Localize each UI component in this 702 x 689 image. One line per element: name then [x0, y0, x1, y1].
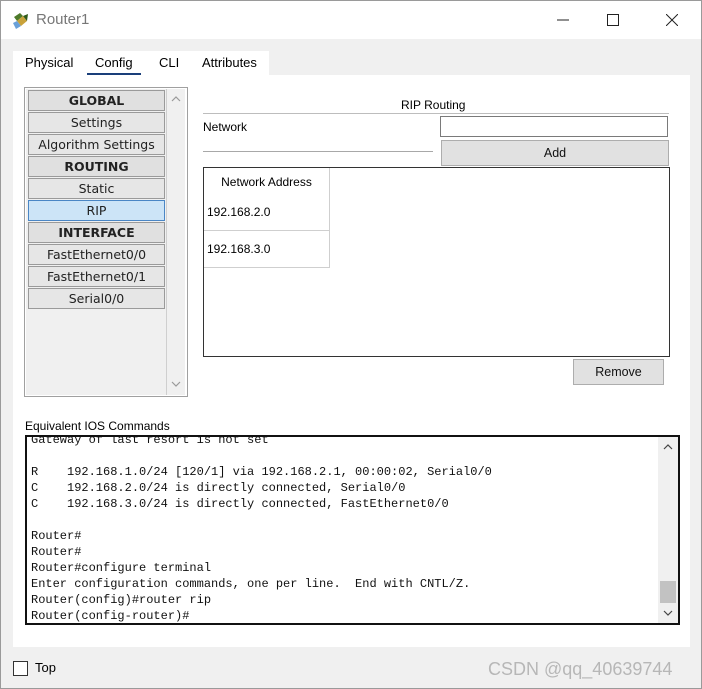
console-line: Router#configure terminal: [31, 561, 212, 575]
nav-item-fastethernet0-0[interactable]: FastEthernet0/0: [28, 244, 165, 265]
console-scroll-thumb[interactable]: [660, 581, 676, 603]
router-window: Router1 Physical Config CLI Attributes G…: [0, 0, 702, 689]
tab-cli[interactable]: CLI: [151, 51, 187, 75]
ios-commands-label: Equivalent IOS Commands: [25, 419, 170, 433]
network-input[interactable]: [440, 116, 668, 137]
console-line: Router#: [31, 529, 82, 543]
remove-network-button[interactable]: Remove: [573, 359, 664, 385]
console-line: Router#: [31, 545, 82, 559]
top-checkbox[interactable]: [13, 661, 28, 676]
nav-header-routing: ROUTING: [28, 156, 165, 177]
title-bar: Router1: [1, 1, 701, 39]
router-app-icon: [11, 11, 31, 31]
scroll-up-icon: [171, 96, 181, 102]
network-label: Network: [203, 120, 248, 134]
scroll-down-icon: [171, 381, 181, 387]
nav-header-interface: INTERFACE: [28, 222, 165, 243]
close-button[interactable]: [649, 1, 695, 39]
close-icon: [666, 14, 678, 26]
nav-item-rip[interactable]: RIP: [28, 200, 165, 221]
nav-scroll-arrows: [171, 96, 181, 387]
nav-item-settings[interactable]: Settings: [28, 112, 165, 133]
nav-item-serial0-0[interactable]: Serial0/0: [28, 288, 165, 309]
config-nav-list: GLOBAL Settings Algorithm Settings ROUTI…: [26, 89, 167, 395]
nav-item-static[interactable]: Static: [28, 178, 165, 199]
ios-commands-console[interactable]: Gateway of last resort is not set R 192.…: [25, 435, 680, 625]
nav-scrollbar[interactable]: [167, 89, 185, 395]
watermark-text: CSDN @qq_40639744: [488, 659, 673, 679]
console-line: Enter configuration commands, one per li…: [31, 577, 471, 591]
top-checkbox-label: Top: [35, 660, 56, 675]
tab-config[interactable]: Config: [87, 51, 141, 75]
network-row[interactable]: 192.168.3.0: [204, 231, 329, 268]
tab-attributes[interactable]: Attributes: [194, 51, 265, 75]
tab-physical[interactable]: Physical: [17, 51, 81, 75]
console-text: Gateway of last resort is not set R 192.…: [31, 435, 656, 623]
console-line: C 192.168.3.0/24 is directly connected, …: [31, 497, 449, 511]
nav-header-global: GLOBAL: [28, 90, 165, 111]
maximize-icon: [607, 14, 619, 26]
console-line: Router(config-router)#: [31, 609, 190, 623]
console-line: Router(config)#router rip: [31, 593, 212, 607]
window-title: Router1: [36, 11, 90, 28]
scroll-down-icon: [663, 610, 673, 616]
scroll-up-icon: [663, 444, 673, 450]
add-network-button[interactable]: Add: [441, 140, 669, 166]
config-nav-panel: GLOBAL Settings Algorithm Settings ROUTI…: [24, 87, 188, 397]
console-scrollbar[interactable]: [658, 437, 678, 623]
console-line: R 192.168.1.0/24 [120/1] via 192.168.2.1…: [31, 465, 492, 479]
console-line: C 192.168.2.0/24 is directly connected, …: [31, 481, 406, 495]
network-row[interactable]: 192.168.2.0: [204, 194, 329, 231]
minimize-icon: [557, 19, 569, 21]
minimize-button[interactable]: [540, 1, 586, 39]
nav-item-algorithm-settings[interactable]: Algorithm Settings: [28, 134, 165, 155]
network-label-underline: [203, 151, 433, 152]
network-address-header: Network Address: [221, 175, 312, 189]
rip-title-divider: [203, 113, 669, 114]
nav-item-fastethernet0-1[interactable]: FastEthernet0/1: [28, 266, 165, 287]
network-address-table[interactable]: Network Address 192.168.2.0 192.168.3.0: [203, 167, 670, 357]
network-address-column: Network Address 192.168.2.0 192.168.3.0: [204, 168, 330, 268]
rip-routing-title: RIP Routing: [401, 98, 466, 112]
console-line: Gateway of last resort is not set: [31, 435, 269, 447]
maximize-button[interactable]: [590, 1, 636, 39]
